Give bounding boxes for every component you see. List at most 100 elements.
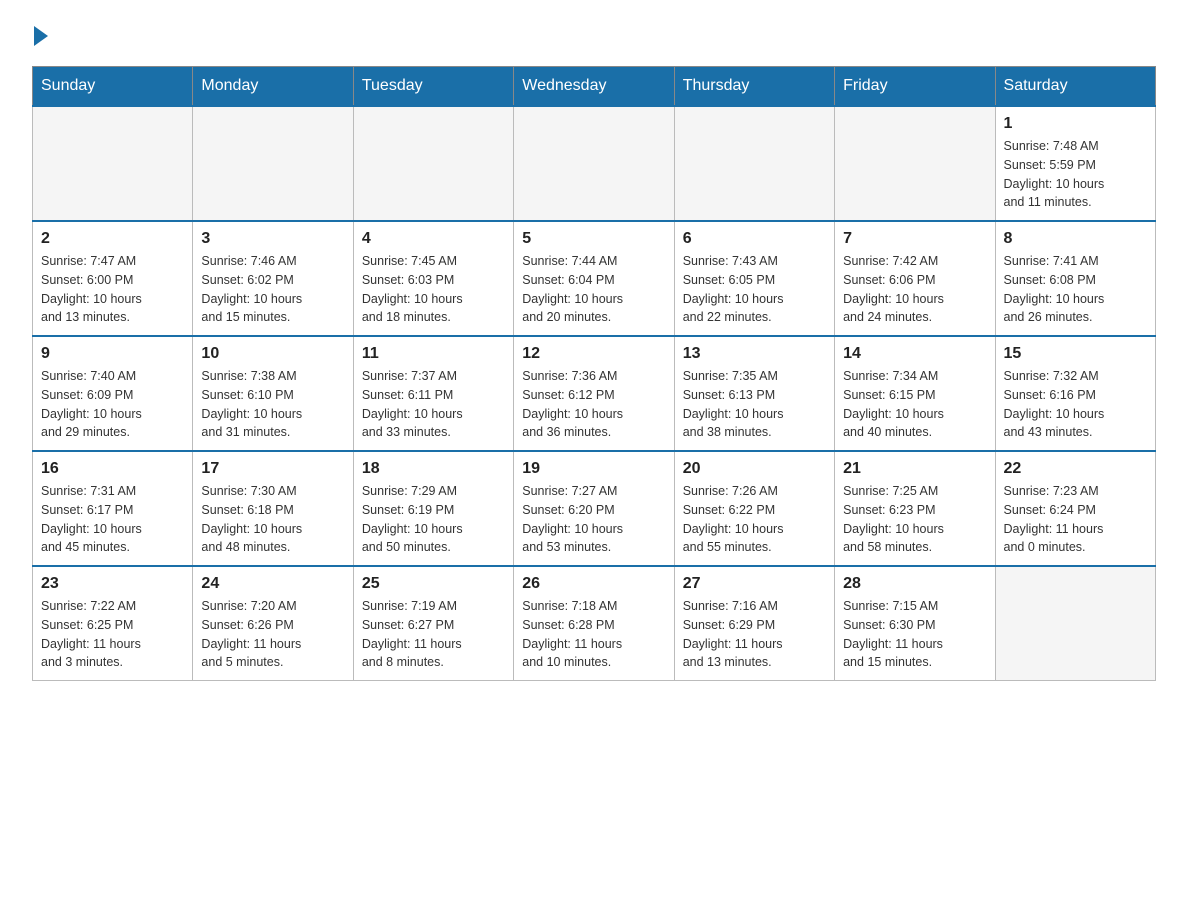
day-of-week-header: Sunday — [33, 67, 193, 107]
calendar-day-cell: 28 Sunrise: 7:15 AM Sunset: 6:30 PM Dayli… — [835, 566, 995, 681]
day-number: 15 — [1004, 345, 1147, 363]
day-number: 23 — [41, 575, 184, 593]
day-number: 18 — [362, 460, 505, 478]
day-info: Sunrise: 7:46 AM Sunset: 6:02 PM Dayligh… — [201, 252, 344, 327]
calendar-day-cell: 20 Sunrise: 7:26 AM Sunset: 6:22 PM Dayli… — [674, 451, 834, 566]
day-info: Sunrise: 7:47 AM Sunset: 6:00 PM Dayligh… — [41, 252, 184, 327]
calendar-day-cell: 15 Sunrise: 7:32 AM Sunset: 6:16 PM Dayli… — [995, 336, 1155, 451]
day-info: Sunrise: 7:30 AM Sunset: 6:18 PM Dayligh… — [201, 482, 344, 557]
day-number: 10 — [201, 345, 344, 363]
calendar-day-cell: 14Sunrise: 7:34 AM Sunset: 6:15 PM Dayli… — [835, 336, 995, 451]
calendar-day-cell — [835, 106, 995, 221]
calendar-day-cell: 13 Sunrise: 7:35 AM Sunset: 6:13 PM Dayli… — [674, 336, 834, 451]
day-number: 25 — [362, 575, 505, 593]
day-number: 20 — [683, 460, 826, 478]
day-info: Sunrise: 7:19 AM Sunset: 6:27 PM Dayligh… — [362, 597, 505, 672]
day-number: 26 — [522, 575, 665, 593]
day-info: Sunrise: 7:48 AM Sunset: 5:59 PM Dayligh… — [1004, 137, 1147, 212]
day-info: Sunrise: 7:41 AM Sunset: 6:08 PM Dayligh… — [1004, 252, 1147, 327]
day-info: Sunrise: 7:35 AM Sunset: 6:13 PM Dayligh… — [683, 367, 826, 442]
day-of-week-header: Thursday — [674, 67, 834, 107]
day-number: 14 — [843, 345, 986, 363]
day-of-week-header: Monday — [193, 67, 353, 107]
calendar-day-cell: 1 Sunrise: 7:48 AM Sunset: 5:59 PM Daylig… — [995, 106, 1155, 221]
day-info: Sunrise: 7:18 AM Sunset: 6:28 PM Dayligh… — [522, 597, 665, 672]
calendar-day-cell: 24Sunrise: 7:20 AM Sunset: 6:26 PM Dayli… — [193, 566, 353, 681]
calendar-week-row: 9 Sunrise: 7:40 AM Sunset: 6:09 PM Daylig… — [33, 336, 1156, 451]
calendar-day-cell: 17 Sunrise: 7:30 AM Sunset: 6:18 PM Dayli… — [193, 451, 353, 566]
day-number: 28 — [843, 575, 986, 593]
day-number: 5 — [522, 230, 665, 248]
calendar-header-row: SundayMondayTuesdayWednesdayThursdayFrid… — [33, 67, 1156, 107]
calendar-week-row: 2 Sunrise: 7:47 AM Sunset: 6:00 PM Daylig… — [33, 221, 1156, 336]
calendar-day-cell: 10 Sunrise: 7:38 AM Sunset: 6:10 PM Dayli… — [193, 336, 353, 451]
calendar-day-cell — [514, 106, 674, 221]
day-of-week-header: Wednesday — [514, 67, 674, 107]
calendar-day-cell — [353, 106, 513, 221]
calendar-day-cell: 21 Sunrise: 7:25 AM Sunset: 6:23 PM Dayli… — [835, 451, 995, 566]
day-number: 9 — [41, 345, 184, 363]
logo-arrow-icon — [34, 26, 48, 46]
day-info: Sunrise: 7:40 AM Sunset: 6:09 PM Dayligh… — [41, 367, 184, 442]
calendar-day-cell: 5 Sunrise: 7:44 AM Sunset: 6:04 PM Daylig… — [514, 221, 674, 336]
day-number: 6 — [683, 230, 826, 248]
calendar-day-cell: 12 Sunrise: 7:36 AM Sunset: 6:12 PM Dayli… — [514, 336, 674, 451]
page-header — [32, 24, 1156, 46]
calendar-day-cell: 19 Sunrise: 7:27 AM Sunset: 6:20 PM Dayli… — [514, 451, 674, 566]
day-number: 1 — [1004, 115, 1147, 133]
day-info: Sunrise: 7:38 AM Sunset: 6:10 PM Dayligh… — [201, 367, 344, 442]
calendar-day-cell: 9 Sunrise: 7:40 AM Sunset: 6:09 PM Daylig… — [33, 336, 193, 451]
day-number: 22 — [1004, 460, 1147, 478]
day-info: Sunrise: 7:32 AM Sunset: 6:16 PM Dayligh… — [1004, 367, 1147, 442]
day-info: Sunrise: 7:23 AM Sunset: 6:24 PM Dayligh… — [1004, 482, 1147, 557]
day-number: 8 — [1004, 230, 1147, 248]
day-info: Sunrise: 7:25 AM Sunset: 6:23 PM Dayligh… — [843, 482, 986, 557]
day-info: Sunrise: 7:15 AM Sunset: 6:30 PM Dayligh… — [843, 597, 986, 672]
day-info: Sunrise: 7:29 AM Sunset: 6:19 PM Dayligh… — [362, 482, 505, 557]
day-number: 2 — [41, 230, 184, 248]
day-of-week-header: Tuesday — [353, 67, 513, 107]
calendar-day-cell: 6Sunrise: 7:43 AM Sunset: 6:05 PM Daylig… — [674, 221, 834, 336]
day-info: Sunrise: 7:37 AM Sunset: 6:11 PM Dayligh… — [362, 367, 505, 442]
day-number: 12 — [522, 345, 665, 363]
day-number: 11 — [362, 345, 505, 363]
day-number: 3 — [201, 230, 344, 248]
calendar-day-cell: 27 Sunrise: 7:16 AM Sunset: 6:29 PM Dayli… — [674, 566, 834, 681]
day-number: 17 — [201, 460, 344, 478]
day-info: Sunrise: 7:44 AM Sunset: 6:04 PM Dayligh… — [522, 252, 665, 327]
calendar-day-cell — [193, 106, 353, 221]
day-number: 21 — [843, 460, 986, 478]
day-number: 4 — [362, 230, 505, 248]
day-number: 7 — [843, 230, 986, 248]
calendar-week-row: 23 Sunrise: 7:22 AM Sunset: 6:25 PM Dayli… — [33, 566, 1156, 681]
calendar-day-cell: 18 Sunrise: 7:29 AM Sunset: 6:19 PM Dayli… — [353, 451, 513, 566]
calendar-day-cell — [674, 106, 834, 221]
day-number: 13 — [683, 345, 826, 363]
logo — [32, 24, 48, 46]
day-info: Sunrise: 7:42 AM Sunset: 6:06 PM Dayligh… — [843, 252, 986, 327]
calendar-day-cell: 25 Sunrise: 7:19 AM Sunset: 6:27 PM Dayli… — [353, 566, 513, 681]
calendar-table: SundayMondayTuesdayWednesdayThursdayFrid… — [32, 66, 1156, 681]
day-of-week-header: Friday — [835, 67, 995, 107]
calendar-day-cell: 7 Sunrise: 7:42 AM Sunset: 6:06 PM Daylig… — [835, 221, 995, 336]
day-of-week-header: Saturday — [995, 67, 1155, 107]
day-info: Sunrise: 7:27 AM Sunset: 6:20 PM Dayligh… — [522, 482, 665, 557]
calendar-day-cell: 16Sunrise: 7:31 AM Sunset: 6:17 PM Dayli… — [33, 451, 193, 566]
day-info: Sunrise: 7:20 AM Sunset: 6:26 PM Dayligh… — [201, 597, 344, 672]
day-info: Sunrise: 7:36 AM Sunset: 6:12 PM Dayligh… — [522, 367, 665, 442]
calendar-day-cell: 11 Sunrise: 7:37 AM Sunset: 6:11 PM Dayli… — [353, 336, 513, 451]
calendar-day-cell: 4 Sunrise: 7:45 AM Sunset: 6:03 PM Daylig… — [353, 221, 513, 336]
calendar-day-cell: 8 Sunrise: 7:41 AM Sunset: 6:08 PM Daylig… — [995, 221, 1155, 336]
calendar-week-row: 16Sunrise: 7:31 AM Sunset: 6:17 PM Dayli… — [33, 451, 1156, 566]
day-info: Sunrise: 7:45 AM Sunset: 6:03 PM Dayligh… — [362, 252, 505, 327]
day-number: 16 — [41, 460, 184, 478]
calendar-day-cell: 26 Sunrise: 7:18 AM Sunset: 6:28 PM Dayli… — [514, 566, 674, 681]
calendar-week-row: 1 Sunrise: 7:48 AM Sunset: 5:59 PM Daylig… — [33, 106, 1156, 221]
calendar-day-cell: 22 Sunrise: 7:23 AM Sunset: 6:24 PM Dayli… — [995, 451, 1155, 566]
day-number: 19 — [522, 460, 665, 478]
day-number: 27 — [683, 575, 826, 593]
day-info: Sunrise: 7:16 AM Sunset: 6:29 PM Dayligh… — [683, 597, 826, 672]
calendar-day-cell: 2 Sunrise: 7:47 AM Sunset: 6:00 PM Daylig… — [33, 221, 193, 336]
day-info: Sunrise: 7:26 AM Sunset: 6:22 PM Dayligh… — [683, 482, 826, 557]
day-info: Sunrise: 7:22 AM Sunset: 6:25 PM Dayligh… — [41, 597, 184, 672]
